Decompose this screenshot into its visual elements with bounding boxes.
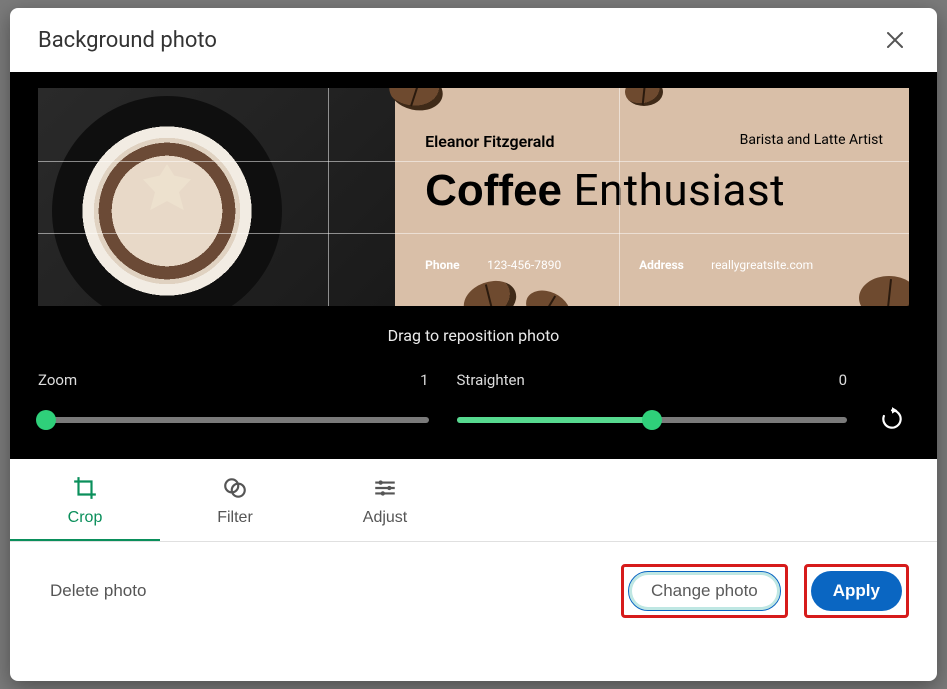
banner-headline-bold: Coffee xyxy=(425,166,562,215)
crop-icon xyxy=(72,475,98,501)
reset-icon xyxy=(879,406,905,432)
delete-photo-button[interactable]: Delete photo xyxy=(50,581,146,601)
photo-right-panel: Eleanor Fitzgerald Barista and Latte Art… xyxy=(395,88,909,306)
tab-adjust[interactable]: Adjust xyxy=(310,459,460,541)
tab-adjust-label: Adjust xyxy=(363,509,407,527)
apply-button[interactable]: Apply xyxy=(811,571,902,611)
highlight-box: Apply xyxy=(804,564,909,618)
reset-straighten-button[interactable] xyxy=(875,403,909,437)
zoom-slider[interactable] xyxy=(38,417,429,423)
coffee-bean-graphic xyxy=(386,88,447,115)
straighten-slider[interactable] xyxy=(457,417,848,423)
background-photo-preview[interactable]: Eleanor Fitzgerald Barista and Latte Art… xyxy=(38,88,909,306)
coffee-bean-graphic xyxy=(625,88,663,106)
filter-icon xyxy=(222,475,248,501)
modal-header: Background photo xyxy=(10,8,937,72)
editor-tabs: Crop Filter Adjust xyxy=(10,459,937,542)
slider-row: Zoom 1 Straighten 0 xyxy=(10,363,937,459)
photo-latte-art xyxy=(38,88,395,306)
background-photo-modal: Background photo Eleanor Fitzgerald Bari… xyxy=(10,8,937,681)
banner-headline-light: Enthusiast xyxy=(573,164,785,216)
modal-footer: Delete photo Change photo Apply xyxy=(10,542,937,642)
banner-name: Eleanor Fitzgerald xyxy=(425,132,554,151)
banner-headline: Coffee Enthusiast xyxy=(425,164,785,216)
straighten-control: Straighten 0 xyxy=(457,371,848,423)
banner-phone-value: 123-456-7890 xyxy=(487,258,561,272)
reposition-hint: Drag to reposition photo xyxy=(10,316,937,363)
coffee-bean-graphic xyxy=(859,276,909,306)
highlight-box: Change photo xyxy=(621,564,788,618)
coffee-bean-graphic xyxy=(458,274,522,306)
close-button[interactable] xyxy=(877,22,913,58)
coffee-bean-graphic xyxy=(521,284,576,306)
tab-filter[interactable]: Filter xyxy=(160,459,310,541)
coffee-cup-graphic xyxy=(52,96,282,306)
banner-address-value: reallygreatsite.com xyxy=(711,258,813,272)
tab-filter-label: Filter xyxy=(217,509,253,527)
adjust-icon xyxy=(372,475,398,501)
zoom-control: Zoom 1 xyxy=(38,371,429,423)
tab-crop-label: Crop xyxy=(68,509,103,527)
straighten-value: 0 xyxy=(839,371,847,389)
banner-role: Barista and Latte Artist xyxy=(740,132,883,148)
zoom-value: 1 xyxy=(420,371,428,389)
banner-address-label: Address xyxy=(639,258,684,272)
footer-button-row: Change photo Apply xyxy=(621,564,909,618)
modal-title: Background photo xyxy=(38,28,217,53)
photo-frame: Eleanor Fitzgerald Barista and Latte Art… xyxy=(10,72,937,316)
straighten-label: Straighten xyxy=(457,371,525,389)
zoom-label: Zoom xyxy=(38,371,77,389)
change-photo-button[interactable]: Change photo xyxy=(628,571,781,611)
photo-editor: Eleanor Fitzgerald Barista and Latte Art… xyxy=(10,72,937,459)
close-icon xyxy=(883,28,907,52)
tab-crop[interactable]: Crop xyxy=(10,459,160,541)
banner-phone-label: Phone xyxy=(425,258,459,272)
